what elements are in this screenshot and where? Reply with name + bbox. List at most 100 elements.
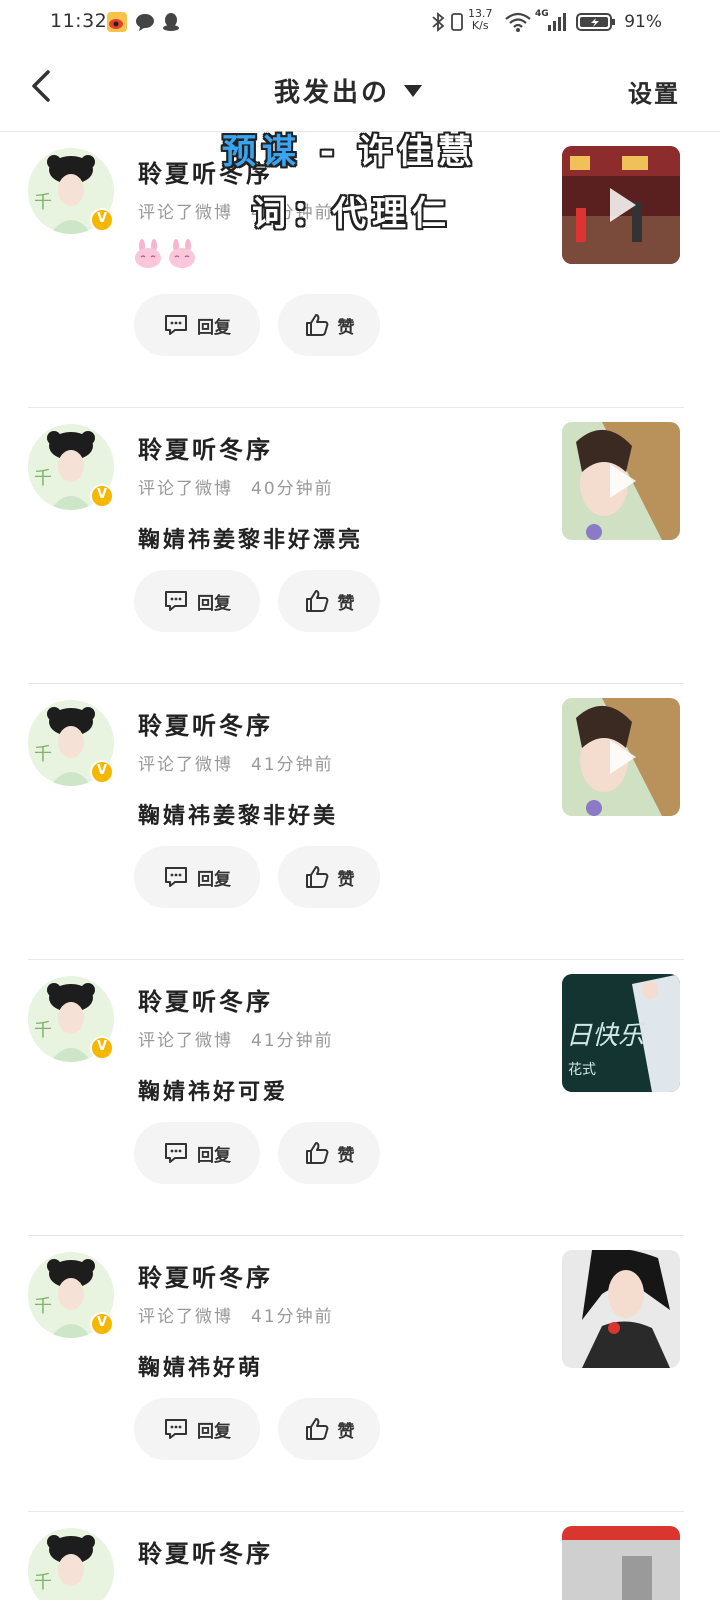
svg-text:千: 千 (34, 192, 52, 213)
reply-label: 回复 (197, 869, 231, 890)
post-thumbnail[interactable]: 日快乐 花式 (562, 974, 680, 1092)
overlay-song-title: 预谋 (222, 132, 302, 172)
like-button[interactable]: 赞 (278, 1122, 380, 1184)
meta-time: 41分钟前 (251, 1307, 334, 1327)
like-button[interactable]: 赞 (278, 1398, 380, 1460)
svg-text:千: 千 (34, 468, 52, 489)
comment-meta: 评论了微博 41分钟前 (138, 1026, 334, 1051)
thumbnail-caption: 日快乐 (566, 1021, 646, 1051)
pink-bunny-emoji-icon (169, 239, 195, 268)
play-icon (610, 740, 636, 774)
meta-action: 评论了微博 (138, 1031, 233, 1051)
comment-text: 鞠婧祎姜黎非好美 (138, 804, 339, 829)
play-icon (610, 464, 636, 498)
svg-text:千: 千 (34, 1020, 52, 1041)
svg-text:千: 千 (34, 1572, 52, 1593)
overlay-lyric-line-1: 预谋 - 许佳慧 (222, 124, 478, 173)
status-time: 11:32 (50, 10, 108, 32)
comment-icon (165, 867, 187, 887)
nav-header: 我发出の 设置 (0, 46, 720, 132)
reply-button[interactable]: 回复 (134, 1122, 260, 1184)
comment-meta: 评论了微博 41分钟前 (138, 1302, 334, 1327)
verified-badge-icon: V (90, 484, 114, 508)
reply-button[interactable]: 回复 (134, 570, 260, 632)
comment-text: 鞠婧祎好可爱 (138, 1080, 289, 1105)
comment-item[interactable]: 千 V 聆夏听冬序 评论了微博 40分钟前 鞠婧祎姜黎非好漂亮 回复 赞 (0, 408, 720, 684)
username[interactable]: 聆夏听冬序 (138, 1258, 273, 1293)
username[interactable]: 聆夏听冬序 (138, 706, 273, 741)
post-thumbnail[interactable] (562, 146, 680, 264)
meta-action: 评论了微博 (138, 1307, 233, 1327)
reply-button[interactable]: 回复 (134, 846, 260, 908)
thumbs-up-icon (305, 866, 328, 888)
page-title: 我发出の (274, 78, 391, 108)
comment-list: 千 V 聆夏听冬序 评论了微博 40分钟前 回复 赞 千 V 聆夏听冬序 评论了微… (0, 132, 720, 1600)
thumbnail-subcaption: 花式 (568, 1062, 596, 1078)
net-speed: 13.7 K/s (468, 8, 493, 32)
post-thumbnail[interactable] (562, 698, 680, 816)
comment-item[interactable]: 千 V 聆夏听冬序 评论了微博 41分钟前 鞠婧祎好萌 回复 赞 (0, 1236, 720, 1512)
vibrate-icon (451, 13, 463, 31)
reply-button[interactable]: 回复 (134, 294, 260, 356)
username[interactable]: 聆夏听冬序 (138, 430, 273, 465)
comment-meta: 评论了微博 41分钟前 (138, 750, 334, 775)
comment-icon (165, 1419, 187, 1439)
reply-label: 回复 (197, 317, 231, 338)
meta-action: 评论了微博 (138, 479, 233, 499)
like-button[interactable]: 赞 (278, 570, 380, 632)
comment-text: 鞠婧祎好萌 (138, 1356, 264, 1381)
comment-item[interactable]: 千 V 聆夏听冬序 评论了微博 41分钟前 鞠婧祎好可爱 日快乐花式 回复 赞 (0, 960, 720, 1236)
play-icon (610, 188, 636, 222)
settings-button[interactable]: 设置 (628, 74, 680, 109)
wifi-icon (505, 12, 531, 32)
comment-item[interactable]: 千 聆夏听冬序 (0, 1512, 720, 1600)
status-bar: 11:32 13.7 K/s 4G 91% (0, 0, 720, 46)
post-thumbnail[interactable] (562, 422, 680, 540)
like-label: 赞 (337, 317, 355, 338)
post-thumbnail[interactable] (562, 1526, 680, 1600)
reply-label: 回复 (197, 593, 231, 614)
back-arrow-icon[interactable] (22, 64, 62, 108)
battery-percent: 91% (624, 12, 662, 32)
pink-bunny-emoji-icon (135, 239, 161, 268)
net-speed-unit: K/s (471, 19, 489, 32)
comment-icon (165, 315, 187, 335)
comment-text: 鞠婧祎姜黎非好漂亮 (138, 528, 364, 553)
meta-action: 评论了微博 (138, 755, 233, 775)
username[interactable]: 聆夏听冬序 (138, 982, 273, 1017)
like-label: 赞 (337, 1421, 355, 1442)
comment-item[interactable]: 千 V 聆夏听冬序 评论了微博 41分钟前 鞠婧祎姜黎非好美 回复 赞 (0, 684, 720, 960)
thumbs-up-icon (305, 1142, 328, 1164)
comment-item[interactable]: 千 V 聆夏听冬序 评论了微博 40分钟前 回复 赞 (0, 132, 720, 408)
comment-meta: 评论了微博 40分钟前 (138, 474, 334, 499)
verified-badge-icon: V (90, 1036, 114, 1060)
meta-time: 40分钟前 (251, 479, 334, 499)
avatar[interactable]: 千 (28, 1528, 114, 1600)
like-label: 赞 (337, 869, 355, 890)
thumbs-up-icon (305, 314, 328, 336)
verified-badge-icon: V (90, 208, 114, 232)
verified-badge-icon: V (90, 760, 114, 784)
svg-text:千: 千 (34, 1296, 52, 1317)
emoji-content (132, 238, 198, 270)
username[interactable]: 聆夏听冬序 (138, 1534, 273, 1569)
like-label: 赞 (337, 1145, 355, 1166)
battery-icon (576, 13, 615, 31)
reply-button[interactable]: 回复 (134, 1398, 260, 1460)
meta-action: 评论了微博 (138, 203, 233, 223)
post-thumbnail[interactable] (562, 1250, 680, 1368)
qq-icon (163, 13, 179, 31)
like-button[interactable]: 赞 (278, 846, 380, 908)
meta-time: 41分钟前 (251, 755, 334, 775)
svg-text:千: 千 (34, 744, 52, 765)
title-dropdown[interactable]: 我发出の (274, 72, 423, 109)
overlay-song-artist: - 许佳慧 (302, 132, 478, 172)
comment-icon (165, 591, 187, 611)
meta-time: 41分钟前 (251, 1031, 334, 1051)
comment-icon (165, 1143, 187, 1163)
thumbs-up-icon (305, 1418, 328, 1440)
reply-label: 回复 (197, 1145, 231, 1166)
like-button[interactable]: 赞 (278, 294, 380, 356)
reply-label: 回复 (197, 1421, 231, 1442)
chat-bubble-icon (136, 14, 154, 31)
